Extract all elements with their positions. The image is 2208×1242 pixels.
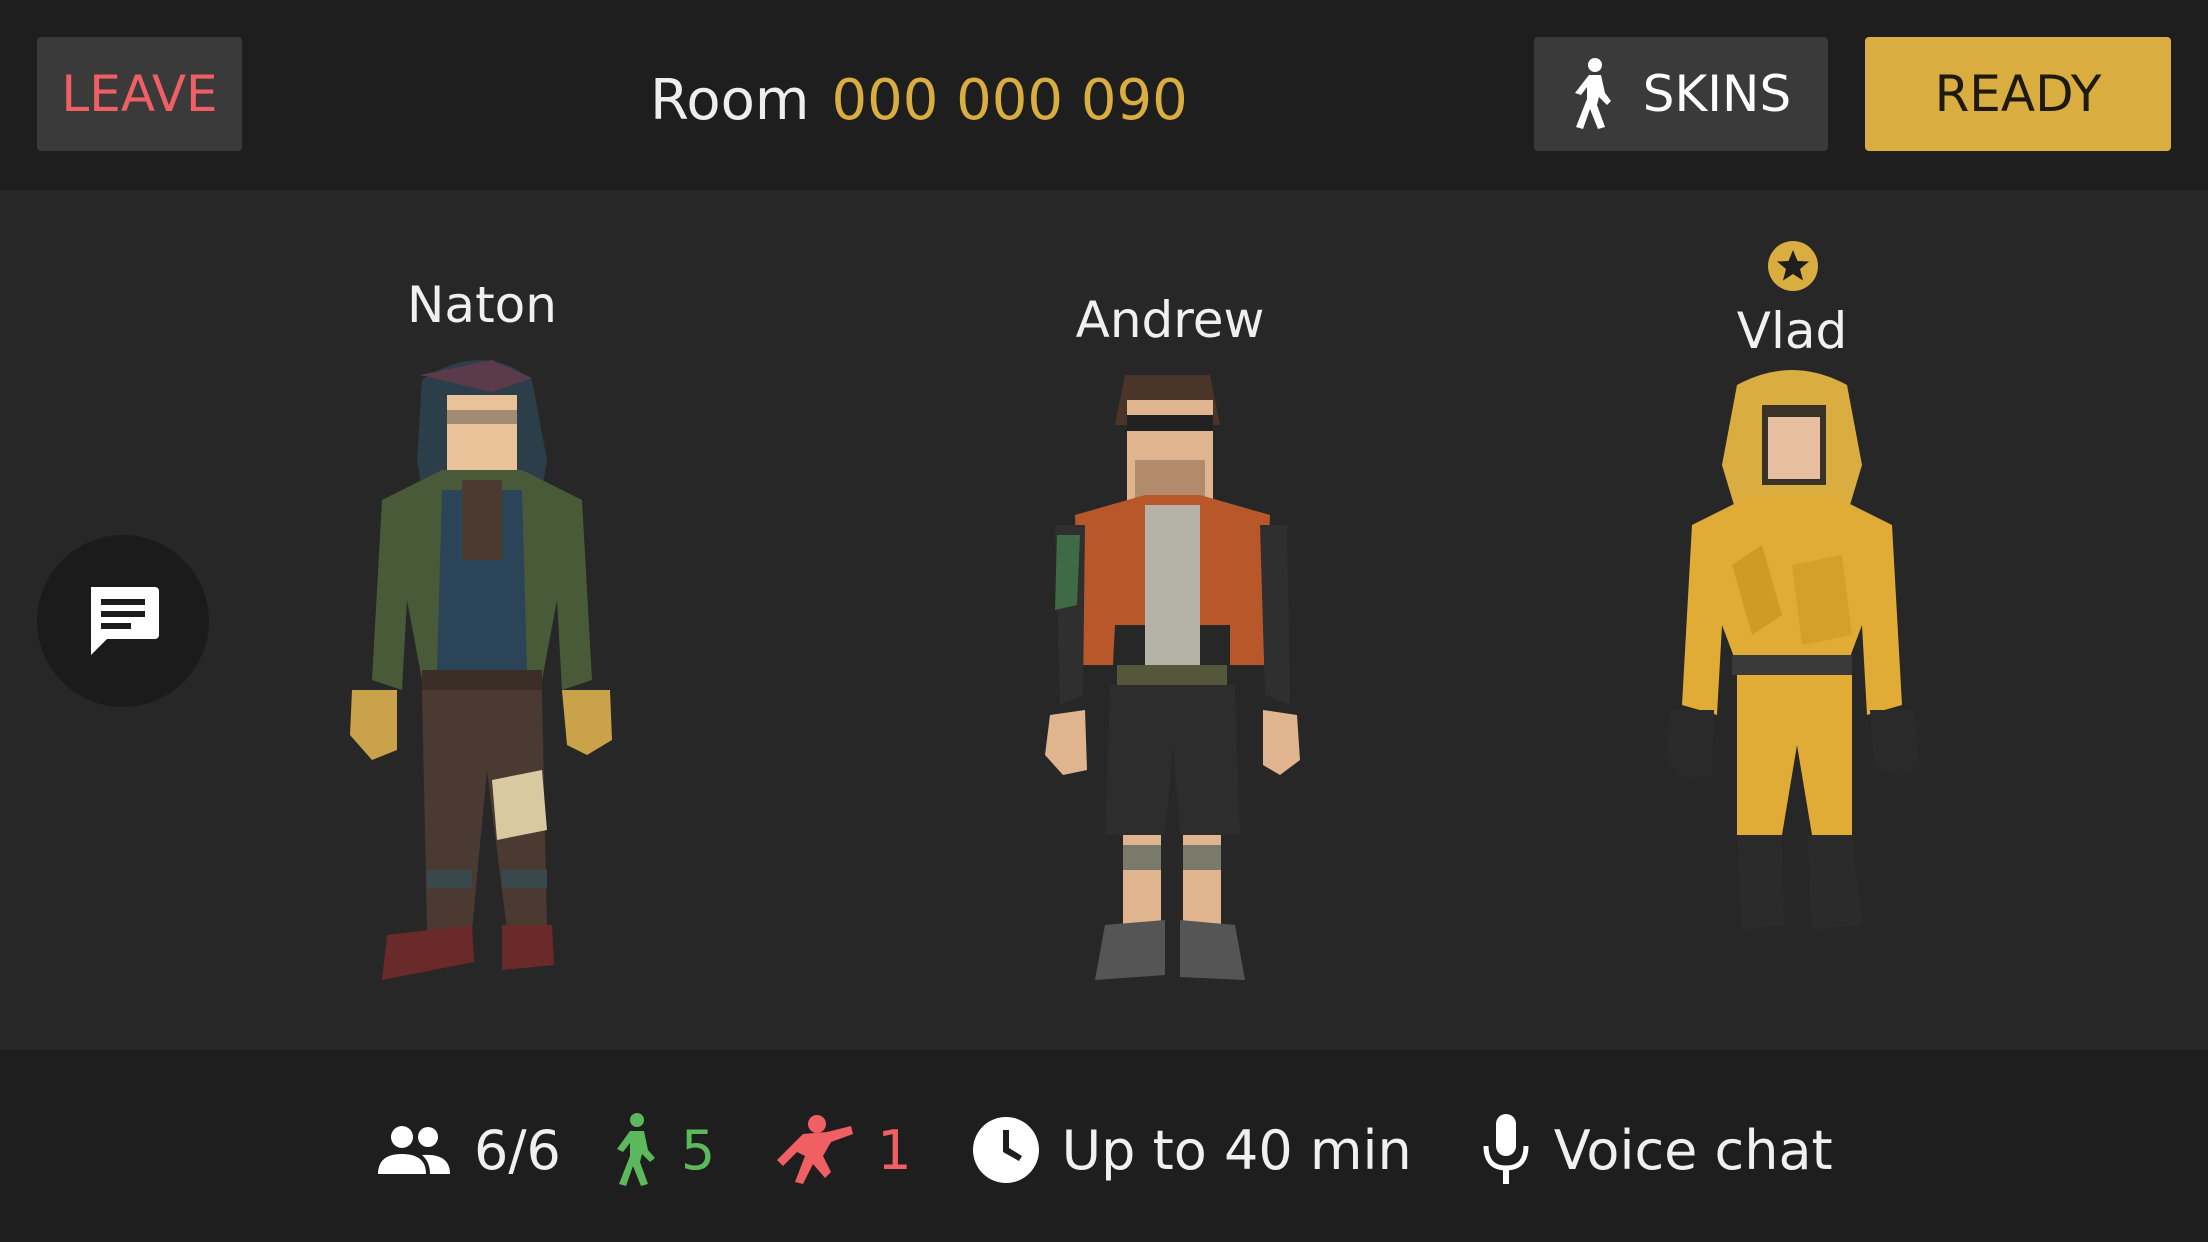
hunters-stat: 1 <box>773 1112 912 1188</box>
survivors-stat: 5 <box>613 1112 715 1188</box>
room-label: Room <box>650 67 810 133</box>
player-slot-3[interactable]: Vlad <box>1532 240 2052 1000</box>
player-slot-1[interactable]: Naton <box>222 270 742 1020</box>
skins-button[interactable]: SKINS <box>1534 37 1828 151</box>
player-avatar <box>350 360 612 980</box>
walking-person-icon <box>1574 58 1611 129</box>
player-slot-2[interactable]: Andrew <box>910 285 1430 1005</box>
lobby-stats: 6/6 5 1 Up to 40 min Voice chat <box>376 1090 1833 1210</box>
leave-button-label: LEAVE <box>61 65 218 123</box>
ready-button-label: READY <box>1934 65 2102 123</box>
players-count: 6/6 <box>474 1118 561 1182</box>
hunter-icon <box>777 1115 854 1184</box>
skins-button-label: SKINS <box>1642 65 1792 123</box>
chat-button[interactable] <box>37 535 209 707</box>
leave-button[interactable]: LEAVE <box>37 37 242 151</box>
voice-chat-text: Voice chat <box>1553 1118 1833 1182</box>
player-name: Naton <box>407 276 557 334</box>
duration-stat: Up to 40 min <box>972 1116 1412 1184</box>
people-icon <box>378 1126 450 1174</box>
survivor-icon <box>616 1113 655 1186</box>
voice-chat-stat: Voice chat <box>1480 1112 1833 1188</box>
ready-button[interactable]: READY <box>1865 37 2171 151</box>
player-avatar <box>1667 370 1920 930</box>
room-code: 000 000 090 <box>831 67 1188 133</box>
clock-icon <box>972 1117 1039 1183</box>
player-name: Vlad <box>1736 302 1848 360</box>
player-name: Andrew <box>1075 291 1265 349</box>
room-info: Room 000 000 090 <box>650 60 1188 140</box>
duration-text: Up to 40 min <box>1061 1118 1412 1182</box>
players-count-stat: 6/6 <box>376 1119 561 1182</box>
chat-icon <box>91 587 159 655</box>
survivors-count: 5 <box>680 1118 716 1182</box>
player-avatar <box>1045 375 1300 980</box>
hunters-count: 1 <box>877 1118 912 1182</box>
host-star-icon <box>1768 241 1818 291</box>
microphone-icon <box>1483 1114 1529 1184</box>
